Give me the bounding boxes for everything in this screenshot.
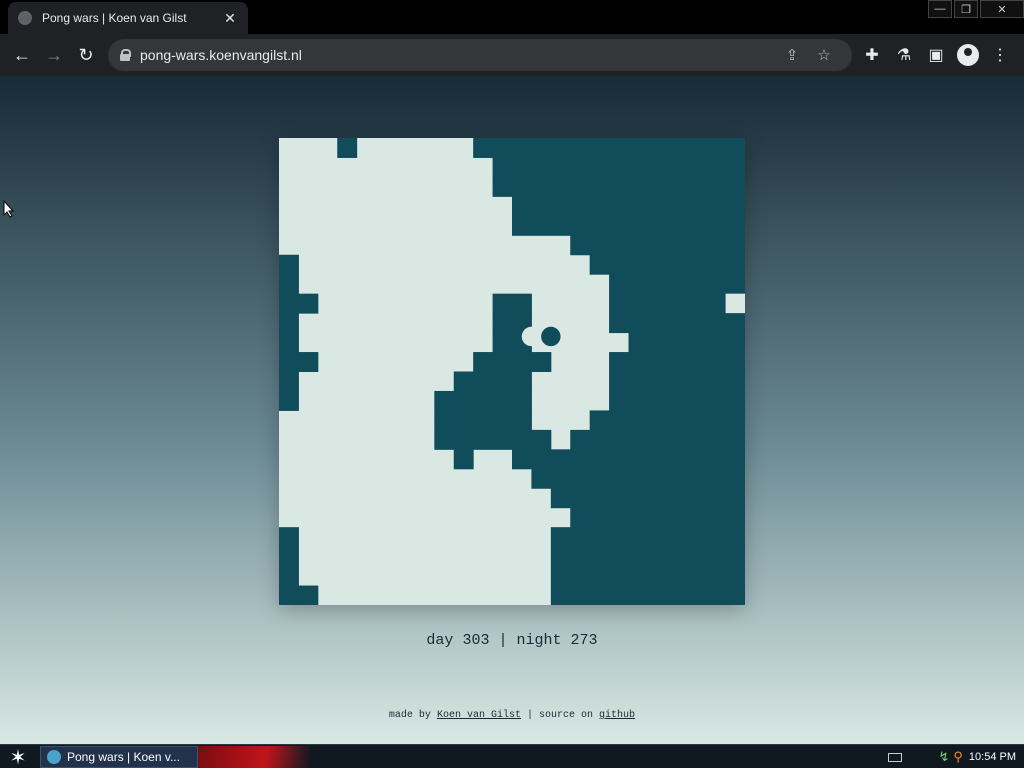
day-label: day <box>426 632 454 649</box>
toolbar-right-icons: ✚ ⚗ ▣ ⋮ <box>856 39 1016 71</box>
night-cell-run <box>609 390 745 411</box>
share-icon[interactable]: ⇪ <box>776 46 808 64</box>
night-cell-run <box>279 566 299 587</box>
lock-icon <box>120 49 131 61</box>
start-star-icon[interactable]: ✶ <box>4 746 32 768</box>
window-buttons: — ❐ ✕ <box>926 0 1024 18</box>
clock: 10:54 PM <box>968 751 1016 763</box>
night-cell-run <box>570 235 745 256</box>
night-cell-run <box>492 293 532 314</box>
tab-strip: Pong wars | Koen van Gilst ✕ — ❐ ✕ <box>0 0 1024 34</box>
day-cell <box>725 293 745 314</box>
night-ball <box>541 326 561 347</box>
bookmark-star-icon[interactable]: ☆ <box>808 46 840 64</box>
menu-kebab-icon[interactable]: ⋮ <box>984 39 1016 71</box>
forward-icon[interactable]: → <box>38 39 70 71</box>
tab-title: Pong wars | Koen van Gilst <box>42 11 187 25</box>
search-icon[interactable]: ⚲ <box>953 749 963 765</box>
made-by-text: made by <box>388 710 431 721</box>
night-cell-run <box>473 138 745 158</box>
night-cell-run <box>453 449 474 470</box>
night-score: 273 <box>570 632 598 649</box>
night-cell-run <box>550 546 745 567</box>
night-cell-run <box>279 313 299 334</box>
globe-icon <box>18 11 32 25</box>
browser-toolbar: ← → ↻ pong-wars.koenvangilst.nl ⇪ ☆ ✚ ⚗ … <box>0 34 1024 76</box>
keyboard-icon[interactable] <box>888 752 903 762</box>
night-cell-run <box>609 274 745 295</box>
address-bar[interactable]: pong-wars.koenvangilst.nl ⇪ ☆ <box>108 39 852 71</box>
github-link[interactable]: github <box>599 710 635 721</box>
restore-button[interactable]: ❐ <box>954 0 978 18</box>
night-cell-run <box>550 566 745 587</box>
night-cell-run <box>512 215 745 236</box>
night-cell-run <box>473 352 552 372</box>
night-cell-run <box>609 313 745 334</box>
night-cell-run <box>434 410 532 431</box>
night-cell-run <box>279 585 319 605</box>
night-cell-run <box>492 176 745 197</box>
window-close-button[interactable]: ✕ <box>980 0 1024 18</box>
night-cell-run <box>589 410 745 431</box>
night-cell-run <box>279 332 299 353</box>
score-line: day 303 | night 273 <box>0 632 1024 649</box>
taskbar-item-label: Pong wars | Koen v... <box>67 750 180 764</box>
day-score: 303 <box>462 632 490 649</box>
night-cell-run <box>279 293 319 314</box>
night-cell-run <box>570 507 745 528</box>
browser-icon <box>47 750 61 764</box>
minimize-button[interactable]: — <box>928 0 952 18</box>
reload-icon[interactable]: ↻ <box>70 39 102 71</box>
profile-avatar-icon[interactable] <box>957 44 979 66</box>
side-panel-icon[interactable]: ▣ <box>920 39 952 71</box>
url-text: pong-wars.koenvangilst.nl <box>140 47 302 63</box>
night-cell-run <box>609 371 745 392</box>
night-cell-run <box>279 546 299 567</box>
pong-wars-board <box>279 138 745 605</box>
night-cell-run <box>434 390 532 411</box>
taskbar: ✶ Pong wars | Koen v... ↯ ⚲ 10:54 PM <box>0 744 1024 768</box>
night-cell-run <box>512 449 745 470</box>
night-cell-run <box>550 527 745 548</box>
labs-flask-icon[interactable]: ⚗ <box>888 39 920 71</box>
footer-separator: | <box>526 710 533 721</box>
author-link[interactable]: Koen van Gilst <box>437 710 521 721</box>
night-cell-run <box>570 429 745 450</box>
system-tray: ↯ ⚲ 10:54 PM <box>888 745 1024 768</box>
night-cell-run <box>279 527 299 548</box>
night-cell-run <box>609 352 745 372</box>
page-content: day 303 | night 273 made by Koen van Gil… <box>0 76 1024 744</box>
back-icon[interactable]: ← <box>6 39 38 71</box>
tab-close-icon[interactable]: ✕ <box>222 10 238 27</box>
night-cell-run <box>279 274 299 295</box>
night-cell-run <box>550 488 745 509</box>
night-cell-run <box>609 293 745 314</box>
night-cell-run <box>531 468 745 489</box>
night-cell-run <box>337 138 358 158</box>
footer: made by Koen van Gilst | source on githu… <box>0 710 1024 721</box>
taskbar-decoration <box>198 746 310 768</box>
night-cell-run <box>434 429 552 450</box>
night-cell-run <box>550 585 745 605</box>
browser-tab[interactable]: Pong wars | Koen van Gilst ✕ <box>8 2 248 34</box>
night-cell-run <box>279 254 299 275</box>
day-ball <box>521 326 542 347</box>
taskbar-item-browser[interactable]: Pong wars | Koen v... <box>40 746 198 768</box>
night-label: night <box>516 632 562 649</box>
night-cell-run <box>628 332 745 353</box>
night-cell-run <box>492 157 745 178</box>
extensions-icon[interactable]: ✚ <box>856 39 888 71</box>
night-cell-run <box>279 371 299 392</box>
night-cell-run <box>279 390 299 411</box>
network-icon[interactable]: ↯ <box>938 749 949 765</box>
night-cell-run <box>279 352 319 372</box>
score-separator: | <box>498 632 508 649</box>
night-cell-run <box>453 371 532 392</box>
night-cell-run <box>589 254 745 275</box>
night-cell-run <box>512 196 745 217</box>
source-on-text: source on <box>539 710 594 721</box>
